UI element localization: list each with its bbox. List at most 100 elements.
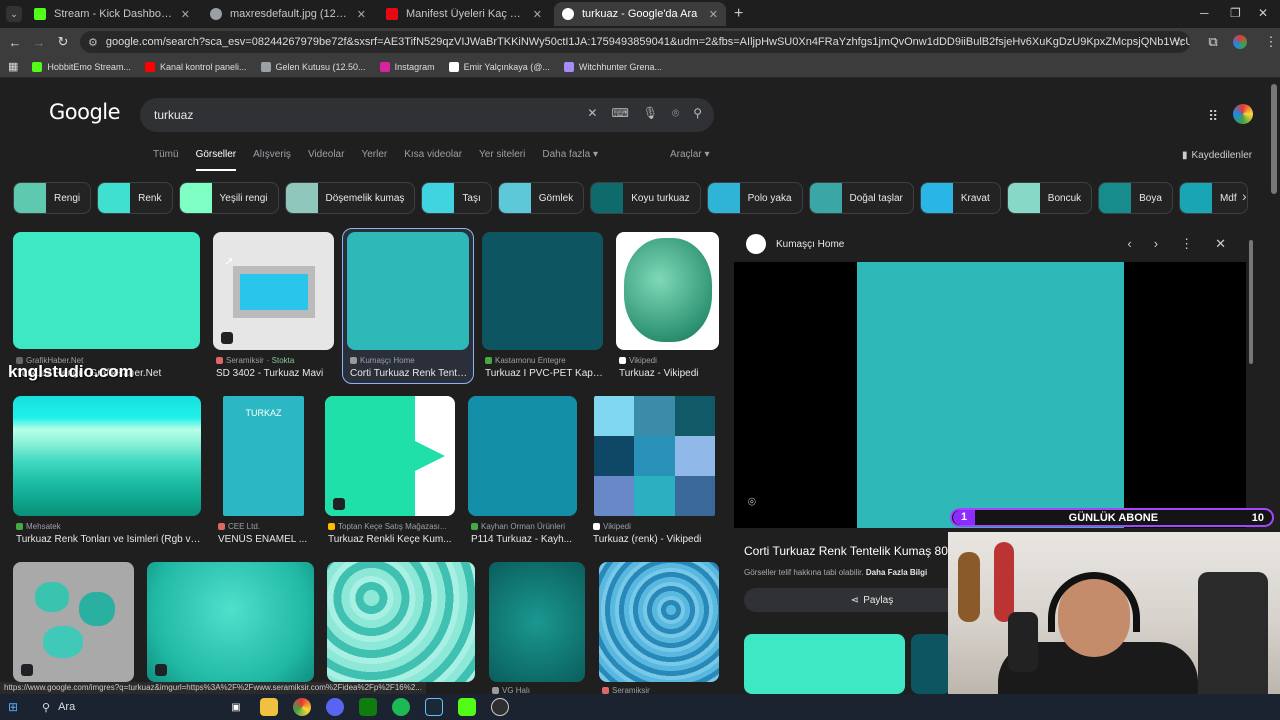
chip[interactable]: Boncuk	[1006, 182, 1093, 214]
kick-icon[interactable]	[458, 698, 476, 716]
microphone-icon[interactable]: 🎙	[643, 106, 658, 121]
related-image[interactable]	[911, 634, 951, 694]
image-result[interactable]	[213, 232, 334, 350]
tab-videos[interactable]: Videolar	[308, 149, 345, 171]
image-result[interactable]: TURKAZ	[223, 396, 304, 516]
tab-more[interactable]: Daha fazla ▾	[542, 149, 598, 171]
chip[interactable]: Kravat	[919, 182, 1001, 214]
tab-all[interactable]: Tümü	[153, 149, 179, 171]
panel-scrollbar[interactable]	[1249, 240, 1253, 364]
tab-manifest[interactable]: Manifest Üyeleri Kaç Yaşında? | ✕	[378, 2, 550, 26]
apps-grid-icon[interactable]: ▦	[8, 60, 18, 73]
chip[interactable]: Taşı	[421, 182, 492, 214]
result-caption[interactable]: Turkuaz (renk) - Vikipedi	[593, 534, 713, 545]
tab-images[interactable]: Görseller	[195, 149, 237, 171]
minimize-icon[interactable]: ─	[1200, 6, 1209, 20]
chip[interactable]: Mdf	[1178, 182, 1248, 214]
image-result[interactable]	[482, 232, 603, 350]
close-icon[interactable]: ✕	[357, 8, 366, 21]
bookmark-item[interactable]: Witchhunter Grena...	[563, 61, 662, 72]
back-button[interactable]: ←	[6, 35, 24, 50]
tab-search-button[interactable]: ⌄	[6, 6, 22, 22]
image-result[interactable]	[594, 396, 715, 516]
preview-title[interactable]: Corti Turkuaz Renk Tentelik Kumaş 800	[744, 544, 958, 558]
result-caption[interactable]: SD 3402 - Turkuaz Mavi	[216, 368, 336, 379]
browser-menu-icon[interactable]: ⋮	[1262, 34, 1280, 50]
chip[interactable]: Yeşili rengi	[178, 182, 279, 214]
result-caption[interactable]: P114 Turkuaz - Kayh...	[471, 534, 578, 545]
search-icon[interactable]: ⚲	[693, 106, 702, 121]
image-result[interactable]	[616, 232, 719, 350]
bookmark-item[interactable]: HobbitEmo Stream...	[32, 61, 131, 72]
xbox-icon[interactable]	[359, 698, 377, 716]
image-result[interactable]	[13, 396, 201, 516]
chip[interactable]: Koyu turkuaz	[590, 182, 701, 214]
bookmark-star-icon[interactable]: ☆	[1170, 34, 1188, 50]
windows-start-icon[interactable]: ⊞	[8, 700, 28, 714]
chrome-icon[interactable]	[293, 698, 311, 716]
chip[interactable]: Rengi	[13, 182, 92, 214]
chip[interactable]: Polo yaka	[706, 182, 803, 214]
chip[interactable]: Döşemelik kumaş	[284, 182, 416, 214]
keyboard-icon[interactable]: ⌨	[611, 106, 628, 121]
result-caption[interactable]: Turkuaz Renk Tonları ve İsimleri (Rgb ve…	[16, 534, 202, 545]
obs-icon[interactable]	[491, 698, 509, 716]
tab-kick-dashboard[interactable]: Stream - Kick Dashboard ✕	[26, 2, 198, 26]
chip[interactable]: Boya	[1098, 182, 1173, 214]
window-close-icon[interactable]: ✕	[1258, 6, 1268, 20]
search-input[interactable]: turkuaz ✕ ⌨ 🎙 ⌾ ⚲	[140, 98, 714, 132]
bookmark-item[interactable]: Emir Yalçınkaya (@...	[448, 61, 550, 72]
result-caption[interactable]: Turkuaz I PVC-PET Kaplı...	[485, 368, 603, 379]
more-icon[interactable]: ⋮	[1180, 236, 1193, 252]
chip[interactable]: Gömlek	[497, 182, 585, 214]
bookmark-item[interactable]: Gelen Kutusu (12.50...	[260, 61, 366, 72]
clear-icon[interactable]: ✕	[587, 106, 597, 121]
chip[interactable]: Renk	[97, 182, 173, 214]
page-scrollbar[interactable]	[1271, 84, 1277, 194]
forward-button[interactable]: →	[30, 35, 48, 50]
related-image[interactable]	[744, 634, 905, 694]
account-avatar[interactable]	[1233, 104, 1253, 124]
chevron-left-icon[interactable]: ‹	[1127, 236, 1131, 252]
close-icon[interactable]: ✕	[1215, 236, 1226, 252]
chevron-right-icon[interactable]: ›	[1242, 188, 1247, 204]
image-result[interactable]	[468, 396, 577, 516]
chip[interactable]: Doğal taşlar	[808, 182, 914, 214]
image-result[interactable]	[489, 562, 585, 682]
image-result[interactable]	[327, 562, 475, 682]
bookmark-item[interactable]: Instagram	[379, 61, 435, 72]
restore-icon[interactable]: ❐	[1230, 6, 1241, 20]
image-result[interactable]	[13, 232, 200, 349]
chevron-right-icon[interactable]: ›	[1154, 236, 1158, 252]
saved-button[interactable]: ▮ Kaydedilenler	[1182, 150, 1252, 161]
preview-image[interactable]	[857, 262, 1124, 528]
site-info-icon[interactable]: ⚙	[88, 36, 98, 49]
image-result-selected[interactable]	[347, 232, 469, 350]
task-view-icon[interactable]: ▣	[227, 698, 245, 716]
close-icon[interactable]: ✕	[533, 8, 542, 21]
image-result[interactable]	[599, 562, 719, 682]
result-caption[interactable]: Turkuaz Renkli Keçe Kum...	[328, 534, 456, 545]
result-caption[interactable]: VENÜS ENAMEL ...	[218, 534, 308, 545]
image-result[interactable]	[147, 562, 314, 682]
profile-avatar[interactable]	[1233, 35, 1247, 49]
tab-sites[interactable]: Yer siteleri	[479, 149, 525, 171]
tab-places[interactable]: Yerler	[361, 149, 387, 171]
new-tab-button[interactable]: +	[734, 5, 743, 23]
taskbar-search[interactable]: ⚲ Ara	[42, 701, 212, 714]
panel-source[interactable]: Kumaşçı Home	[776, 239, 844, 250]
image-result[interactable]	[13, 562, 134, 682]
lens-icon[interactable]: ⌾	[672, 106, 679, 121]
tools-button[interactable]: Araçlar ▾	[670, 149, 709, 160]
close-icon[interactable]: ✕	[181, 8, 190, 21]
image-result[interactable]	[325, 396, 455, 516]
google-logo[interactable]: Google	[49, 100, 121, 124]
steam-icon[interactable]	[425, 698, 443, 716]
tab-maxresdefault[interactable]: maxresdefault.jpg (1280×720) ✕	[202, 2, 374, 26]
bookmark-item[interactable]: Kanal kontrol paneli...	[144, 61, 247, 72]
reload-button[interactable]: ↻	[54, 34, 72, 50]
address-bar[interactable]: ⚙ google.com/search?sca_esv=08244267979b…	[80, 31, 1190, 53]
tab-short-videos[interactable]: Kısa videolar	[404, 149, 462, 171]
tab-shopping[interactable]: Alışveriş	[253, 149, 291, 171]
extensions-icon[interactable]: ⧉	[1204, 34, 1222, 50]
